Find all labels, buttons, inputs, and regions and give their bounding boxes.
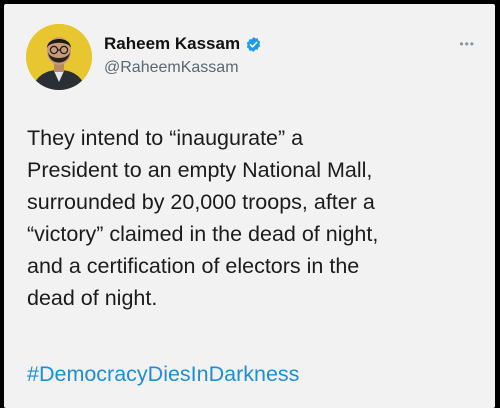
hashtag-link[interactable]: #DemocracyDiesInDarkness	[27, 362, 299, 387]
avatar[interactable]	[26, 24, 92, 90]
tweet-text: They intend to “inaugurate” a President …	[27, 126, 379, 310]
tweet-card: Raheem Kassam @RaheemKassam ••• They int…	[4, 4, 495, 408]
author-name-row: Raheem Kassam	[104, 34, 262, 54]
more-dots-icon[interactable]: •••	[459, 38, 475, 50]
author-handle[interactable]: @RaheemKassam	[104, 59, 239, 77]
verified-badge-icon	[246, 36, 261, 52]
avatar-image	[26, 24, 92, 90]
author-display-name[interactable]: Raheem Kassam	[104, 34, 240, 54]
